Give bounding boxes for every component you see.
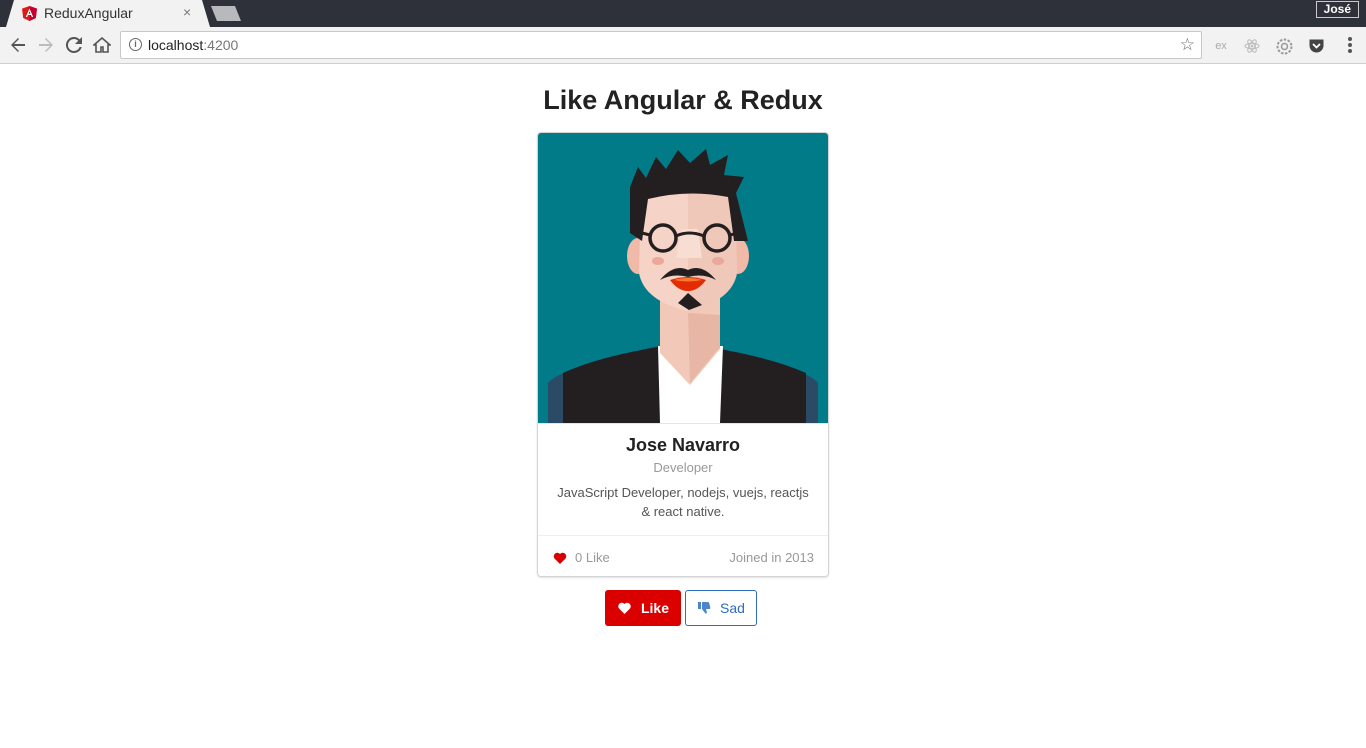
card-description: JavaScript Developer, nodejs, vuejs, rea… xyxy=(557,485,809,519)
pocket-icon[interactable] xyxy=(1307,37,1325,55)
angular-icon xyxy=(22,6,37,21)
react-devtools-icon[interactable] xyxy=(1243,37,1261,55)
browser-toolbar: i localhost:4200 ☆ ex xyxy=(0,27,1366,64)
info-icon[interactable]: i xyxy=(129,38,142,51)
joined-date: Joined in 2013 xyxy=(729,550,814,565)
gear-extension-icon[interactable] xyxy=(1275,37,1293,55)
like-count-text: 0 Like xyxy=(575,550,610,565)
profile-card: Jose Navarro Developer JavaScript Develo… xyxy=(537,132,829,577)
profile-button[interactable]: José xyxy=(1315,1,1359,18)
like-button-label: Like xyxy=(640,600,669,616)
card-name: Jose Navarro xyxy=(625,435,741,455)
sad-button[interactable]: Sad xyxy=(685,590,757,626)
home-icon[interactable] xyxy=(92,35,112,55)
card-footer: 0 Like Joined in 2013 xyxy=(538,535,828,576)
sad-button-label: Sad xyxy=(720,600,745,616)
like-count: 0 Like xyxy=(553,550,610,565)
url-text: localhost:4200 xyxy=(148,37,239,53)
thumbs-down-icon xyxy=(698,602,711,614)
new-tab-button[interactable] xyxy=(211,6,241,21)
heart-icon xyxy=(618,602,631,614)
forward-icon[interactable] xyxy=(36,35,56,55)
heart-icon xyxy=(553,552,567,564)
card-content: Jose Navarro Developer JavaScript Develo… xyxy=(538,423,828,535)
extension-ex-icon[interactable]: ex xyxy=(1212,37,1230,55)
tab-close-icon[interactable]: × xyxy=(183,4,191,20)
page-title: Like Angular & Redux xyxy=(543,85,823,115)
reload-icon[interactable] xyxy=(64,35,84,55)
browser-tab-bar: ReduxAngular × José xyxy=(0,0,1366,27)
card-role: Developer xyxy=(653,460,713,475)
address-bar[interactable]: i localhost:4200 ☆ xyxy=(120,31,1202,59)
bookmark-star-icon[interactable]: ☆ xyxy=(1180,35,1195,55)
browser-menu-icon[interactable] xyxy=(1348,37,1352,53)
tab-title: ReduxAngular xyxy=(44,5,133,21)
avatar-illustration xyxy=(538,133,828,423)
back-icon[interactable] xyxy=(8,35,28,55)
like-button[interactable]: Like xyxy=(605,590,681,626)
